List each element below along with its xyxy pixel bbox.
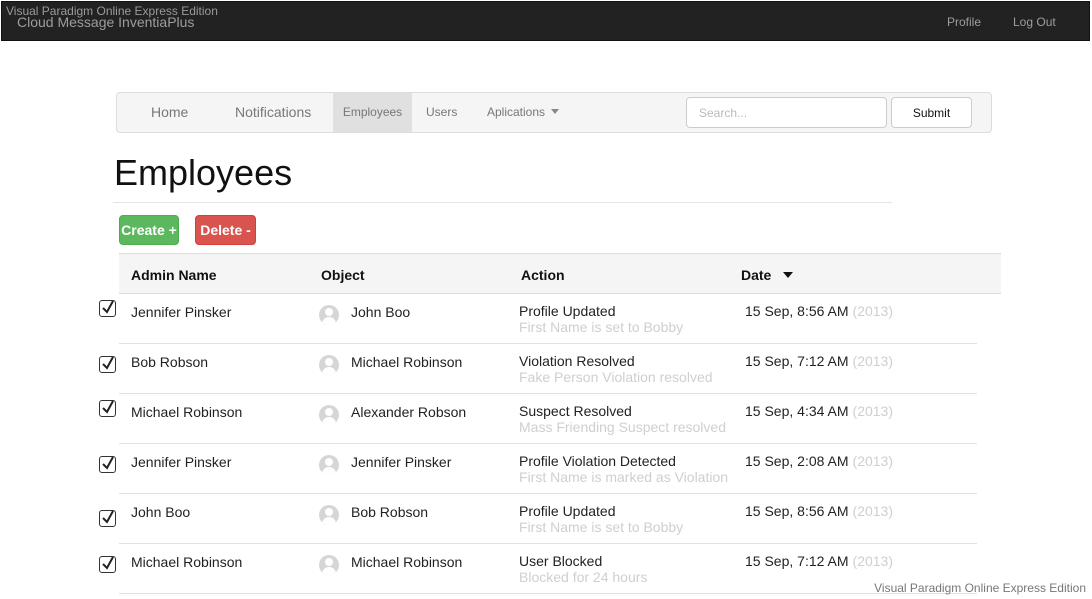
logout-link[interactable]: Log Out — [1013, 15, 1056, 29]
row-checkbox[interactable] — [99, 356, 116, 373]
table-row[interactable]: Michael Robinson Alexander Robson Suspect … — [99, 394, 977, 444]
date-text: 15 Sep, 8:56 AM — [745, 303, 849, 319]
avatar-icon — [319, 305, 339, 325]
checkmark-icon — [102, 400, 114, 414]
avatar-icon — [319, 355, 339, 375]
date-value: 15 Sep, 4:34 AM (2013) — [745, 403, 893, 419]
watermark-top: Visual Paradigm Online Express Edition — [6, 4, 218, 18]
date-value: 15 Sep, 7:12 AM (2013) — [745, 353, 893, 369]
year-text: (2013) — [852, 553, 893, 569]
checkmark-icon — [102, 556, 114, 570]
column-header-admin-name[interactable]: Admin Name — [131, 267, 217, 283]
object-name: Jennifer Pinsker — [351, 454, 452, 470]
table-header: Admin Name Object Action Date — [119, 253, 1001, 294]
action-title: Profile Updated — [519, 503, 616, 519]
date-text: 15 Sep, 2:08 AM — [745, 453, 849, 469]
date-text: 15 Sep, 7:12 AM — [745, 553, 849, 569]
action-detail: Mass Friending Suspect resolved — [519, 419, 726, 435]
table-row[interactable]: John Boo Bob Robson Profile Updated First N… — [99, 494, 977, 544]
action-title: User Blocked — [519, 553, 603, 569]
title-divider — [113, 202, 892, 203]
action-title: Profile Updated — [519, 303, 616, 319]
row-checkbox[interactable] — [99, 300, 116, 317]
sort-desc-icon — [783, 272, 794, 278]
date-value: 15 Sep, 7:12 AM (2013) — [745, 553, 893, 569]
chevron-down-icon — [551, 109, 560, 114]
row-checkbox[interactable] — [99, 456, 116, 473]
action-detail: First Name is marked as Violation — [519, 469, 729, 485]
avatar-icon — [319, 455, 339, 475]
profile-link[interactable]: Profile — [947, 15, 981, 29]
tab-aplications-label: Aplications — [487, 105, 546, 119]
action-detail: First Name is set to Bobby — [519, 519, 684, 535]
date-value: 15 Sep, 2:08 AM (2013) — [745, 453, 893, 469]
main-navbar: Home Notifications Employees Users Aplic… — [116, 92, 992, 133]
table-row[interactable]: Bob Robson Michael Robinson Violation Reso… — [99, 344, 977, 394]
admin-name: Michael Robinson — [131, 404, 243, 420]
row-checkbox[interactable] — [99, 556, 116, 573]
action-detail: First Name is set to Bobby — [519, 319, 684, 335]
page-title: Employees — [114, 152, 293, 193]
delete-button[interactable]: Delete - — [195, 215, 256, 245]
object-name: John Boo — [351, 304, 411, 320]
create-button[interactable]: Create + — [119, 215, 179, 245]
object-name: Alexander Robson — [351, 404, 467, 420]
checkmark-icon — [102, 300, 114, 314]
date-text: 15 Sep, 8:56 AM — [745, 503, 849, 519]
admin-name: John Boo — [131, 504, 191, 520]
date-text: 15 Sep, 4:34 AM — [745, 403, 849, 419]
object-name: Michael Robinson — [351, 554, 463, 570]
row-checkbox[interactable] — [99, 400, 116, 417]
date-text: 15 Sep, 7:12 AM — [745, 353, 849, 369]
date-value: 15 Sep, 8:56 AM (2013) — [745, 503, 893, 519]
checkmark-icon — [102, 356, 114, 370]
checkmark-icon — [102, 456, 114, 470]
column-header-object[interactable]: Object — [321, 267, 365, 283]
object-name: Bob Robson — [351, 504, 429, 520]
tab-home[interactable]: Home — [151, 93, 188, 132]
admin-name: Bob Robson — [131, 354, 209, 370]
year-text: (2013) — [852, 303, 893, 319]
action-title: Profile Violation Detected — [519, 453, 676, 469]
submit-button[interactable]: Submit — [891, 97, 972, 128]
tab-aplications-dropdown[interactable]: Aplications — [487, 93, 560, 132]
year-text: (2013) — [852, 453, 893, 469]
tab-notifications[interactable]: Notifications — [235, 93, 311, 132]
avatar-icon — [319, 505, 339, 525]
column-header-date[interactable]: Date — [741, 267, 794, 283]
row-checkbox[interactable] — [99, 510, 116, 527]
checkmark-icon — [102, 510, 114, 524]
object-name: Michael Robinson — [351, 354, 463, 370]
table-row[interactable]: Jennifer Pinsker Jennifer Pinsker Profile … — [99, 444, 977, 494]
table-row[interactable]: Jennifer Pinsker John Boo Profile Updated F… — [99, 294, 977, 344]
avatar-icon — [319, 555, 339, 575]
column-header-date-label: Date — [741, 267, 772, 283]
action-title: Violation Resolved — [519, 353, 635, 369]
year-text: (2013) — [852, 403, 893, 419]
tab-users[interactable]: Users — [426, 93, 457, 132]
admin-name: Michael Robinson — [131, 554, 243, 570]
table-row[interactable]: Michael Robinson Michael Robinson User Blo… — [99, 544, 977, 594]
action-detail: Fake Person Violation resolved — [519, 369, 713, 385]
tab-employees[interactable]: Employees — [333, 93, 412, 132]
admin-name: Jennifer Pinsker — [131, 454, 232, 470]
admin-name: Jennifer Pinsker — [131, 304, 232, 320]
year-text: (2013) — [852, 503, 893, 519]
year-text: (2013) — [852, 353, 893, 369]
action-detail: Blocked for 24 hours — [519, 569, 648, 585]
date-value: 15 Sep, 8:56 AM (2013) — [745, 303, 893, 319]
watermark-bottom: Visual Paradigm Online Express Edition — [874, 581, 1086, 595]
column-header-action[interactable]: Action — [521, 267, 565, 283]
avatar-icon — [319, 405, 339, 425]
action-title: Suspect Resolved — [519, 403, 632, 419]
search-input[interactable] — [686, 97, 887, 128]
